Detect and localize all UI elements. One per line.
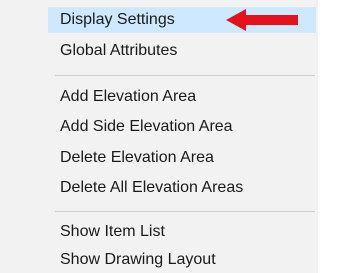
menu-item-show-drawing-layout[interactable]: Show Drawing Layout xyxy=(48,247,316,273)
menu-item-show-item-list[interactable]: Show Item List xyxy=(48,219,316,245)
menu-item-label: Display Settings xyxy=(60,11,175,28)
menu-item-delete-all-elevation-areas[interactable]: Delete All Elevation Areas xyxy=(48,175,316,201)
menu-item-label: Delete Elevation Area xyxy=(60,149,214,166)
menu-item-delete-elevation-area[interactable]: Delete Elevation Area xyxy=(48,145,316,171)
menu-item-add-side-elevation-area[interactable]: Add Side Elevation Area xyxy=(48,114,316,140)
menu-item-label: Delete All Elevation Areas xyxy=(60,179,244,196)
menu-separator xyxy=(55,211,315,212)
menu-item-label: Global Attributes xyxy=(60,42,178,59)
menu-item-label: Add Elevation Area xyxy=(60,88,197,105)
menu-item-label: Show Drawing Layout xyxy=(60,251,216,268)
menu-item-label: Show Item List xyxy=(60,223,165,240)
menu-separator xyxy=(55,75,315,76)
red-arrow-icon xyxy=(226,9,298,31)
menu-item-global-attributes[interactable]: Global Attributes xyxy=(48,38,316,64)
menu-item-add-elevation-area[interactable]: Add Elevation Area xyxy=(48,84,316,110)
context-menu: Display Settings Global Attributes Add E… xyxy=(0,0,318,273)
menu-item-label: Add Side Elevation Area xyxy=(60,118,233,135)
